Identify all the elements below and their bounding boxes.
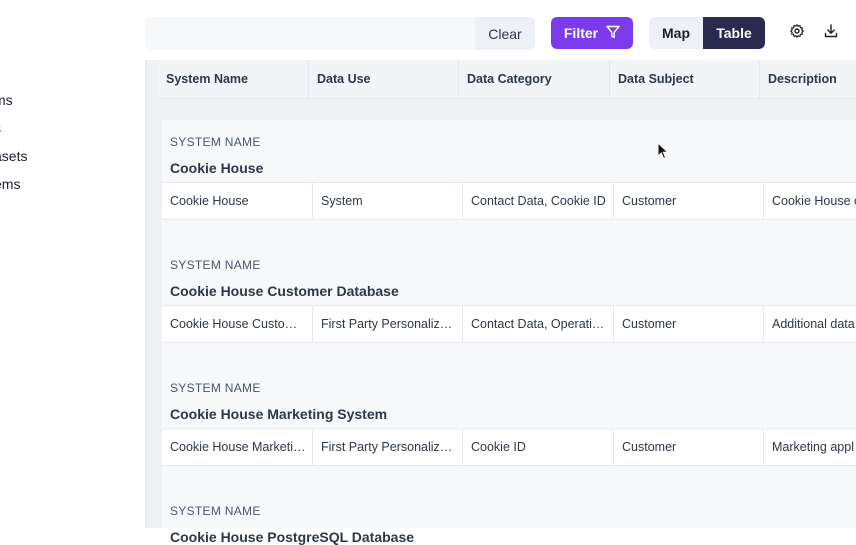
systems-table: System Name Data Use Data Category Data … xyxy=(145,60,856,545)
cell-data-use: First Party Personalization xyxy=(312,429,462,465)
cell-data-subject: Customer xyxy=(613,306,763,342)
view-toggle: Map Table xyxy=(649,17,765,49)
system-group: SYSTEM NAME Cookie House Customer Databa… xyxy=(162,243,856,366)
group-title: Cookie House Marketing System xyxy=(170,406,388,422)
cell-data-category: Cookie ID xyxy=(462,429,613,465)
map-view-label: Map xyxy=(662,25,690,41)
column-header-system-name[interactable]: System Name xyxy=(158,60,308,98)
cell-data-category: Contact Data, Operations xyxy=(462,306,613,342)
clear-button[interactable]: Clear xyxy=(475,17,535,50)
group-title: Cookie House xyxy=(170,160,264,176)
system-group: SYSTEM NAME Cookie House PostgreSQL Data… xyxy=(162,489,856,545)
mouse-cursor-icon xyxy=(657,141,669,160)
clear-button-label: Clear xyxy=(488,25,522,42)
table-row[interactable]: Cookie House System Contact Data, Cookie… xyxy=(162,182,856,220)
cell-data-category: Contact Data, Cookie ID xyxy=(462,183,613,219)
column-header-data-use[interactable]: Data Use xyxy=(308,60,458,98)
column-header-data-subject[interactable]: Data Subject xyxy=(609,60,759,98)
cell-system-name: Cookie House Marketing System xyxy=(170,440,312,454)
cell-data-subject: Customer xyxy=(613,183,763,219)
map-view-button[interactable]: Map xyxy=(649,17,703,49)
table-row[interactable]: Cookie House Marketing System First Part… xyxy=(162,428,856,466)
cell-description: Marketing appl xyxy=(763,429,856,465)
group-label: SYSTEM NAME xyxy=(170,135,261,149)
sidebar: ms s asets ems xyxy=(0,0,145,528)
sidebar-item-add-systems[interactable]: ems xyxy=(0,176,20,192)
system-group: SYSTEM NAME Cookie House Cookie House Sy… xyxy=(162,120,856,243)
group-label: SYSTEM NAME xyxy=(170,504,261,518)
system-group: SYSTEM NAME Cookie House Marketing Syste… xyxy=(162,366,856,489)
cell-data-use: System xyxy=(312,183,462,219)
table-view-label: Table xyxy=(716,25,752,41)
cell-description: Cookie House c xyxy=(763,183,856,219)
cell-system-name: Cookie House xyxy=(170,194,249,208)
cell-data-subject: Customer xyxy=(613,429,763,465)
sidebar-item-systems[interactable]: ms xyxy=(0,92,13,108)
filter-icon xyxy=(606,25,620,42)
gear-icon xyxy=(790,23,804,43)
sidebar-item-datasets[interactable]: asets xyxy=(0,148,27,164)
table-header: System Name Data Use Data Category Data … xyxy=(158,60,856,99)
group-title: Cookie House Customer Database xyxy=(170,283,399,299)
column-header-description[interactable]: Description xyxy=(759,60,856,98)
group-label: SYSTEM NAME xyxy=(170,381,261,395)
settings-button[interactable] xyxy=(786,22,808,44)
filter-button[interactable]: Filter xyxy=(551,17,633,49)
sidebar-item-taxonomy[interactable]: s xyxy=(0,120,1,136)
table-row[interactable]: Cookie House Customer Database First Par… xyxy=(162,305,856,343)
cell-system-name: Cookie House Customer Database xyxy=(170,317,312,331)
table-view-button[interactable]: Table xyxy=(703,17,765,49)
cell-data-use: First Party Personalization xyxy=(312,306,462,342)
group-label: SYSTEM NAME xyxy=(170,258,261,272)
cell-description: Additional data xyxy=(763,306,856,342)
search-input[interactable] xyxy=(145,17,479,52)
download-icon xyxy=(824,23,838,43)
column-header-data-category[interactable]: Data Category xyxy=(458,60,609,98)
group-title: Cookie House PostgreSQL Database xyxy=(170,529,415,545)
download-button[interactable] xyxy=(820,22,842,44)
filter-button-label: Filter xyxy=(563,25,599,41)
